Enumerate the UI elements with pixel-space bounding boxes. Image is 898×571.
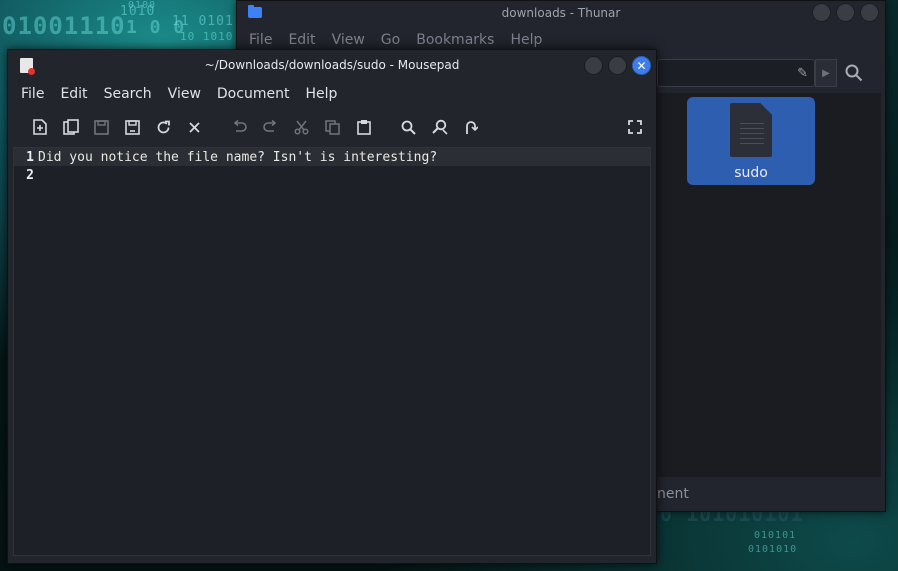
new-window-icon[interactable]: [55, 112, 86, 142]
cut-icon[interactable]: [286, 112, 317, 142]
new-document-icon[interactable]: [24, 112, 55, 142]
file-item[interactable]: sudo: [687, 97, 815, 185]
menu-help[interactable]: Help: [510, 32, 542, 48]
wallpaper-binary-text: 01001110: [2, 12, 126, 40]
fullscreen-icon[interactable]: [619, 112, 650, 142]
edit-pencil-icon[interactable]: ✎: [797, 66, 808, 81]
line-number: 1: [26, 149, 34, 165]
editor-line[interactable]: 2: [14, 166, 650, 184]
menu-edit[interactable]: Edit: [288, 32, 315, 48]
menu-go[interactable]: Go: [381, 32, 400, 48]
close-button[interactable]: ✕: [632, 56, 651, 75]
menu-edit[interactable]: Edit: [60, 86, 87, 102]
text-file-icon: [730, 103, 772, 157]
find-replace-icon[interactable]: [424, 112, 455, 142]
wallpaper-binary-text: 010101: [754, 530, 797, 541]
close-button[interactable]: [860, 3, 879, 22]
text-editor[interactable]: 1 Did you notice the file name? Isn't is…: [13, 147, 651, 556]
thunar-titlebar[interactable]: downloads - Thunar: [237, 1, 885, 25]
menu-search[interactable]: Search: [104, 86, 152, 102]
menu-view[interactable]: View: [332, 32, 365, 48]
paste-icon[interactable]: [348, 112, 379, 142]
status-text: nent: [657, 486, 689, 502]
wallpaper-binary-text: 10 1010: [180, 30, 234, 43]
minimize-button[interactable]: [812, 3, 831, 22]
find-icon[interactable]: [393, 112, 424, 142]
chevron-right-icon[interactable]: ▶: [815, 59, 837, 87]
wallpaper-binary-text: 0100: [128, 0, 157, 11]
save-as-icon[interactable]: [117, 112, 148, 142]
maximize-button[interactable]: [608, 56, 627, 75]
mousepad-title: ~/Downloads/downloads/sudo - Mousepad: [204, 58, 460, 72]
reload-icon[interactable]: [148, 112, 179, 142]
menu-bookmarks[interactable]: Bookmarks: [416, 32, 494, 48]
wallpaper-binary-text: 1 0 0: [126, 17, 186, 38]
location-bar: ✎ ▶: [657, 57, 885, 89]
mousepad-app-icon: [20, 58, 35, 75]
redo-icon[interactable]: [255, 112, 286, 142]
minimize-button[interactable]: [584, 56, 603, 75]
line-text[interactable]: Did you notice the file name? Isn't is i…: [38, 150, 437, 165]
menu-document[interactable]: Document: [217, 86, 290, 102]
search-icon[interactable]: [837, 59, 871, 87]
menu-file[interactable]: File: [21, 86, 44, 102]
goto-line-icon[interactable]: [455, 112, 486, 142]
close-tab-icon[interactable]: [179, 112, 210, 142]
thunar-title: downloads - Thunar: [501, 6, 621, 20]
copy-icon[interactable]: [317, 112, 348, 142]
mousepad-titlebar[interactable]: ~/Downloads/downloads/sudo - Mousepad ✕: [8, 50, 656, 80]
file-view[interactable]: sudo: [657, 93, 881, 477]
folder-icon: [248, 5, 262, 18]
mousepad-menubar: File Edit Search View Document Help: [8, 80, 656, 108]
line-number: 2: [26, 167, 34, 183]
mousepad-window[interactable]: ~/Downloads/downloads/sudo - Mousepad ✕ …: [7, 49, 657, 564]
menu-view[interactable]: View: [168, 86, 201, 102]
file-name: sudo: [734, 165, 768, 181]
path-entry[interactable]: ✎: [657, 59, 815, 87]
thunar-statusbar: nent: [657, 479, 885, 509]
wallpaper-binary-text: 0101010: [748, 544, 798, 555]
save-icon[interactable]: [86, 112, 117, 142]
menu-file[interactable]: File: [249, 32, 272, 48]
editor-line[interactable]: 1 Did you notice the file name? Isn't is…: [14, 148, 650, 166]
maximize-button[interactable]: [836, 3, 855, 22]
menu-help[interactable]: Help: [305, 86, 337, 102]
mousepad-toolbar: [8, 108, 656, 146]
undo-icon[interactable]: [224, 112, 255, 142]
